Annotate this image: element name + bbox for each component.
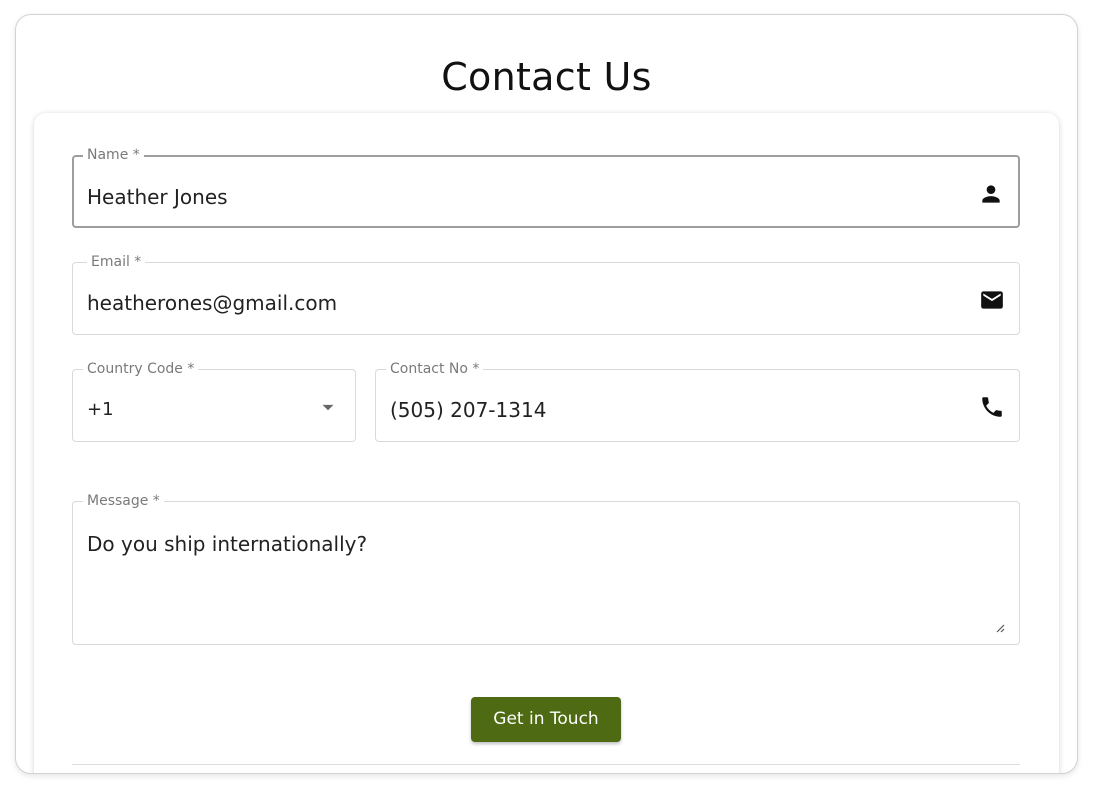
email-label: Email * — [87, 253, 146, 271]
page-title: Contact Us — [441, 55, 652, 99]
contact-form-card: Name * Heather Jones Email * heatherones… — [34, 113, 1059, 773]
contact-number-label: Contact No * — [386, 360, 484, 378]
divider — [72, 764, 1020, 765]
country-code-value[interactable]: +1 — [87, 397, 114, 423]
message-value[interactable]: Do you ship internationally? — [87, 531, 367, 557]
chevron-down-icon[interactable] — [315, 394, 341, 420]
contact-number-value[interactable]: (505) 207-1314 — [390, 397, 546, 423]
message-label: Message * — [83, 492, 164, 510]
phone-icon — [979, 394, 1005, 420]
get-in-touch-button[interactable]: Get in Touch — [471, 697, 621, 742]
person-icon — [978, 181, 1004, 207]
mail-icon — [979, 287, 1005, 313]
resize-handle-icon[interactable] — [993, 618, 1005, 633]
name-field[interactable]: Name * Heather Jones — [72, 146, 1020, 228]
name-label: Name * — [83, 146, 144, 164]
name-value[interactable]: Heather Jones — [87, 184, 228, 210]
email-value[interactable]: heatherones@gmail.com — [87, 290, 337, 316]
email-field[interactable]: Email * heatherones@gmail.com — [72, 253, 1020, 335]
country-code-select[interactable]: Country Code * +1 — [72, 360, 356, 442]
country-code-label: Country Code * — [83, 360, 199, 378]
app-window: Contact Us Name * Heather Jones Email * … — [15, 14, 1078, 774]
contact-number-field[interactable]: Contact No * (505) 207-1314 — [375, 360, 1020, 442]
message-textarea[interactable]: Message * Do you ship internationally? — [72, 492, 1020, 645]
